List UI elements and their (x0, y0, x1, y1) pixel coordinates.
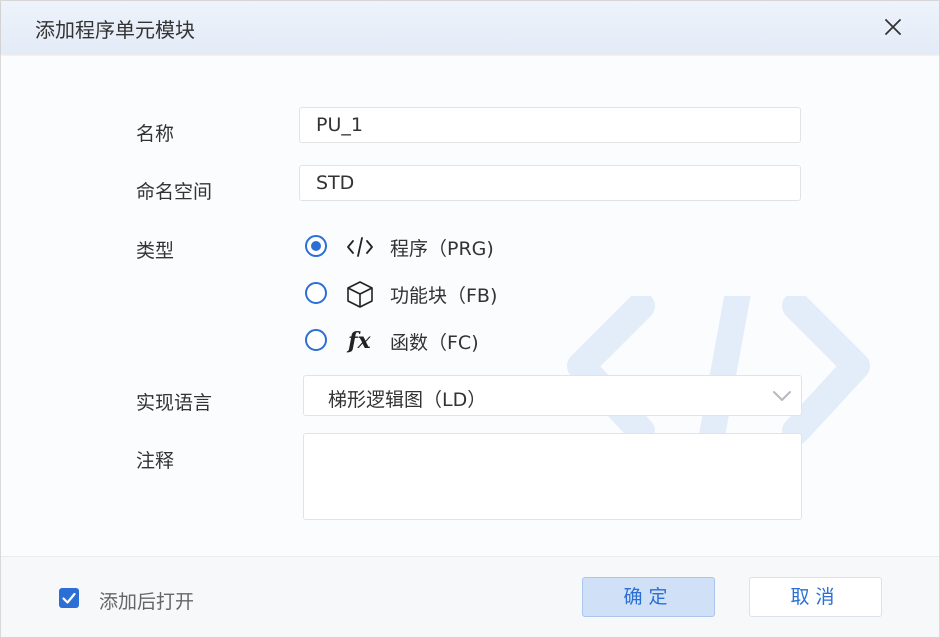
language-select-value: 梯形逻辑图（LD） (328, 389, 487, 411)
comment-label: 注释 (136, 450, 175, 472)
type-option-prg-label: 程序（PRG) (390, 238, 494, 260)
name-label: 名称 (136, 123, 175, 145)
dialog-title: 添加程序单元模块 (35, 18, 195, 42)
open-after-add-label: 添加后打开 (99, 591, 195, 613)
radio-fc[interactable] (305, 329, 327, 351)
type-option-fc-label: 函数（FC) (390, 332, 479, 354)
namespace-input[interactable]: STD (299, 165, 801, 201)
svg-text:fx: fx (346, 328, 371, 354)
namespace-label: 命名空间 (136, 181, 213, 203)
open-after-add-checkbox[interactable] (59, 588, 79, 608)
checkmark-icon (62, 592, 76, 604)
function-fx-icon: fx (346, 328, 371, 354)
language-select[interactable]: 梯形逻辑图（LD） (303, 375, 802, 416)
cancel-button[interactable]: 取消 (749, 577, 882, 617)
close-icon[interactable] (881, 15, 905, 39)
ok-button[interactable]: 确定 (582, 577, 715, 617)
language-label: 实现语言 (136, 392, 213, 414)
dialog-footer: 添加后打开 确定 取消 (1, 556, 939, 637)
cube-icon (347, 281, 373, 308)
code-brackets-icon (347, 237, 373, 257)
type-option-fb-label: 功能块（FB) (390, 285, 498, 307)
comment-textarea[interactable] (303, 433, 802, 520)
chevron-down-icon (773, 391, 791, 401)
radio-prg[interactable] (305, 235, 327, 257)
radio-fb[interactable] (305, 282, 327, 304)
type-label: 类型 (136, 240, 175, 262)
add-program-unit-dialog: 添加程序单元模块 名称 PU_1 命名空间 STD 类型 程序（PRG) 功能块… (0, 0, 940, 637)
dialog-header: 添加程序单元模块 (1, 1, 939, 54)
name-input[interactable]: PU_1 (299, 107, 801, 143)
